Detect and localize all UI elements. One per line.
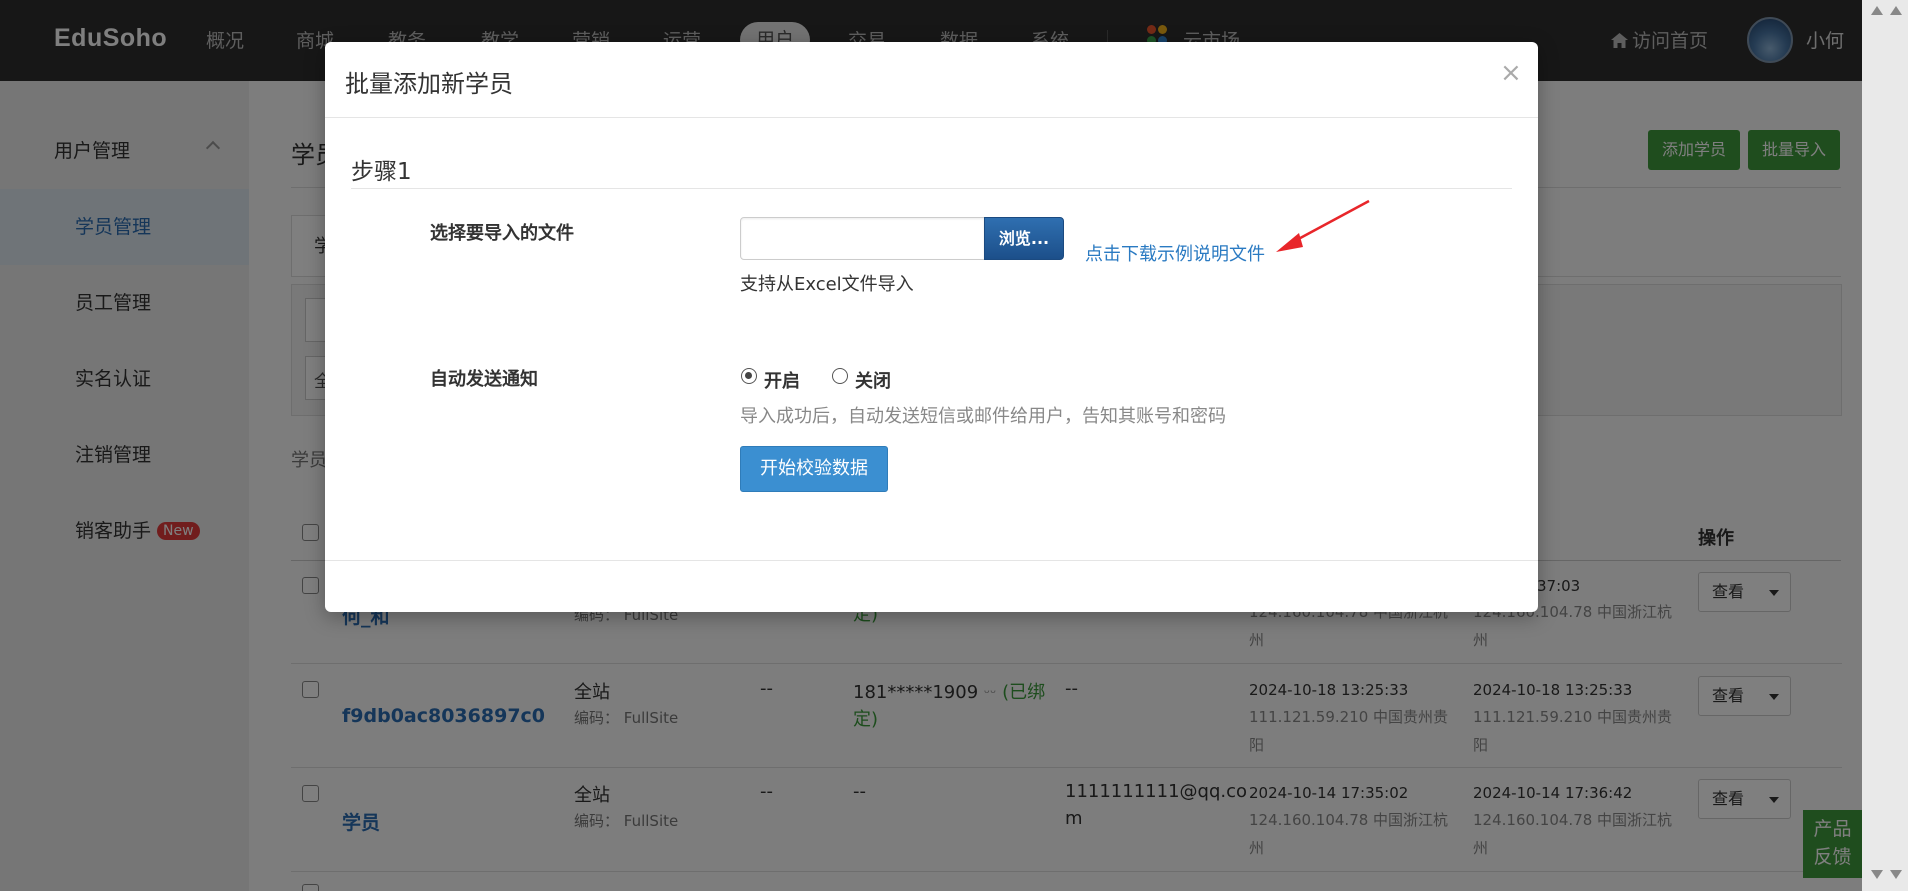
close-icon[interactable]: × bbox=[1500, 58, 1522, 88]
browse-button[interactable]: 浏览... bbox=[984, 217, 1064, 260]
red-annotation-arrow bbox=[1276, 199, 1370, 252]
scroll-up-icon[interactable] bbox=[1890, 6, 1902, 15]
step-divider bbox=[351, 188, 1512, 189]
download-sample-link[interactable]: 点击下载示例说明文件 bbox=[1085, 240, 1265, 266]
file-hint: 支持从Excel文件导入 bbox=[740, 274, 914, 295]
file-label: 选择要导入的文件 bbox=[430, 223, 574, 244]
notify-on-label[interactable]: 开启 bbox=[764, 367, 800, 393]
batch-add-students-modal: 批量添加新学员 × 步骤1 选择要导入的文件 浏览... 点击下载示例说明文件 … bbox=[325, 42, 1538, 612]
scroll-down-icon[interactable] bbox=[1890, 870, 1902, 879]
modal-header-divider bbox=[325, 117, 1538, 118]
notify-label: 自动发送通知 bbox=[430, 369, 538, 390]
start-validate-button[interactable]: 开始校验数据 bbox=[740, 446, 888, 492]
scroll-down-icon[interactable] bbox=[1871, 870, 1883, 879]
modal-title: 批量添加新学员 bbox=[345, 70, 513, 98]
notify-off-radio[interactable] bbox=[832, 368, 848, 384]
notify-on-radio[interactable] bbox=[741, 368, 757, 384]
scroll-up-icon[interactable] bbox=[1871, 6, 1883, 15]
notify-hint: 导入成功后，自动发送短信或邮件给用户，告知其账号和密码 bbox=[740, 406, 1226, 427]
step-title: 步骤1 bbox=[351, 159, 412, 185]
page-scrollbar[interactable] bbox=[1862, 0, 1908, 891]
modal-footer-divider bbox=[325, 560, 1538, 561]
file-path-input[interactable] bbox=[740, 217, 985, 260]
notify-off-label[interactable]: 关闭 bbox=[855, 367, 891, 393]
